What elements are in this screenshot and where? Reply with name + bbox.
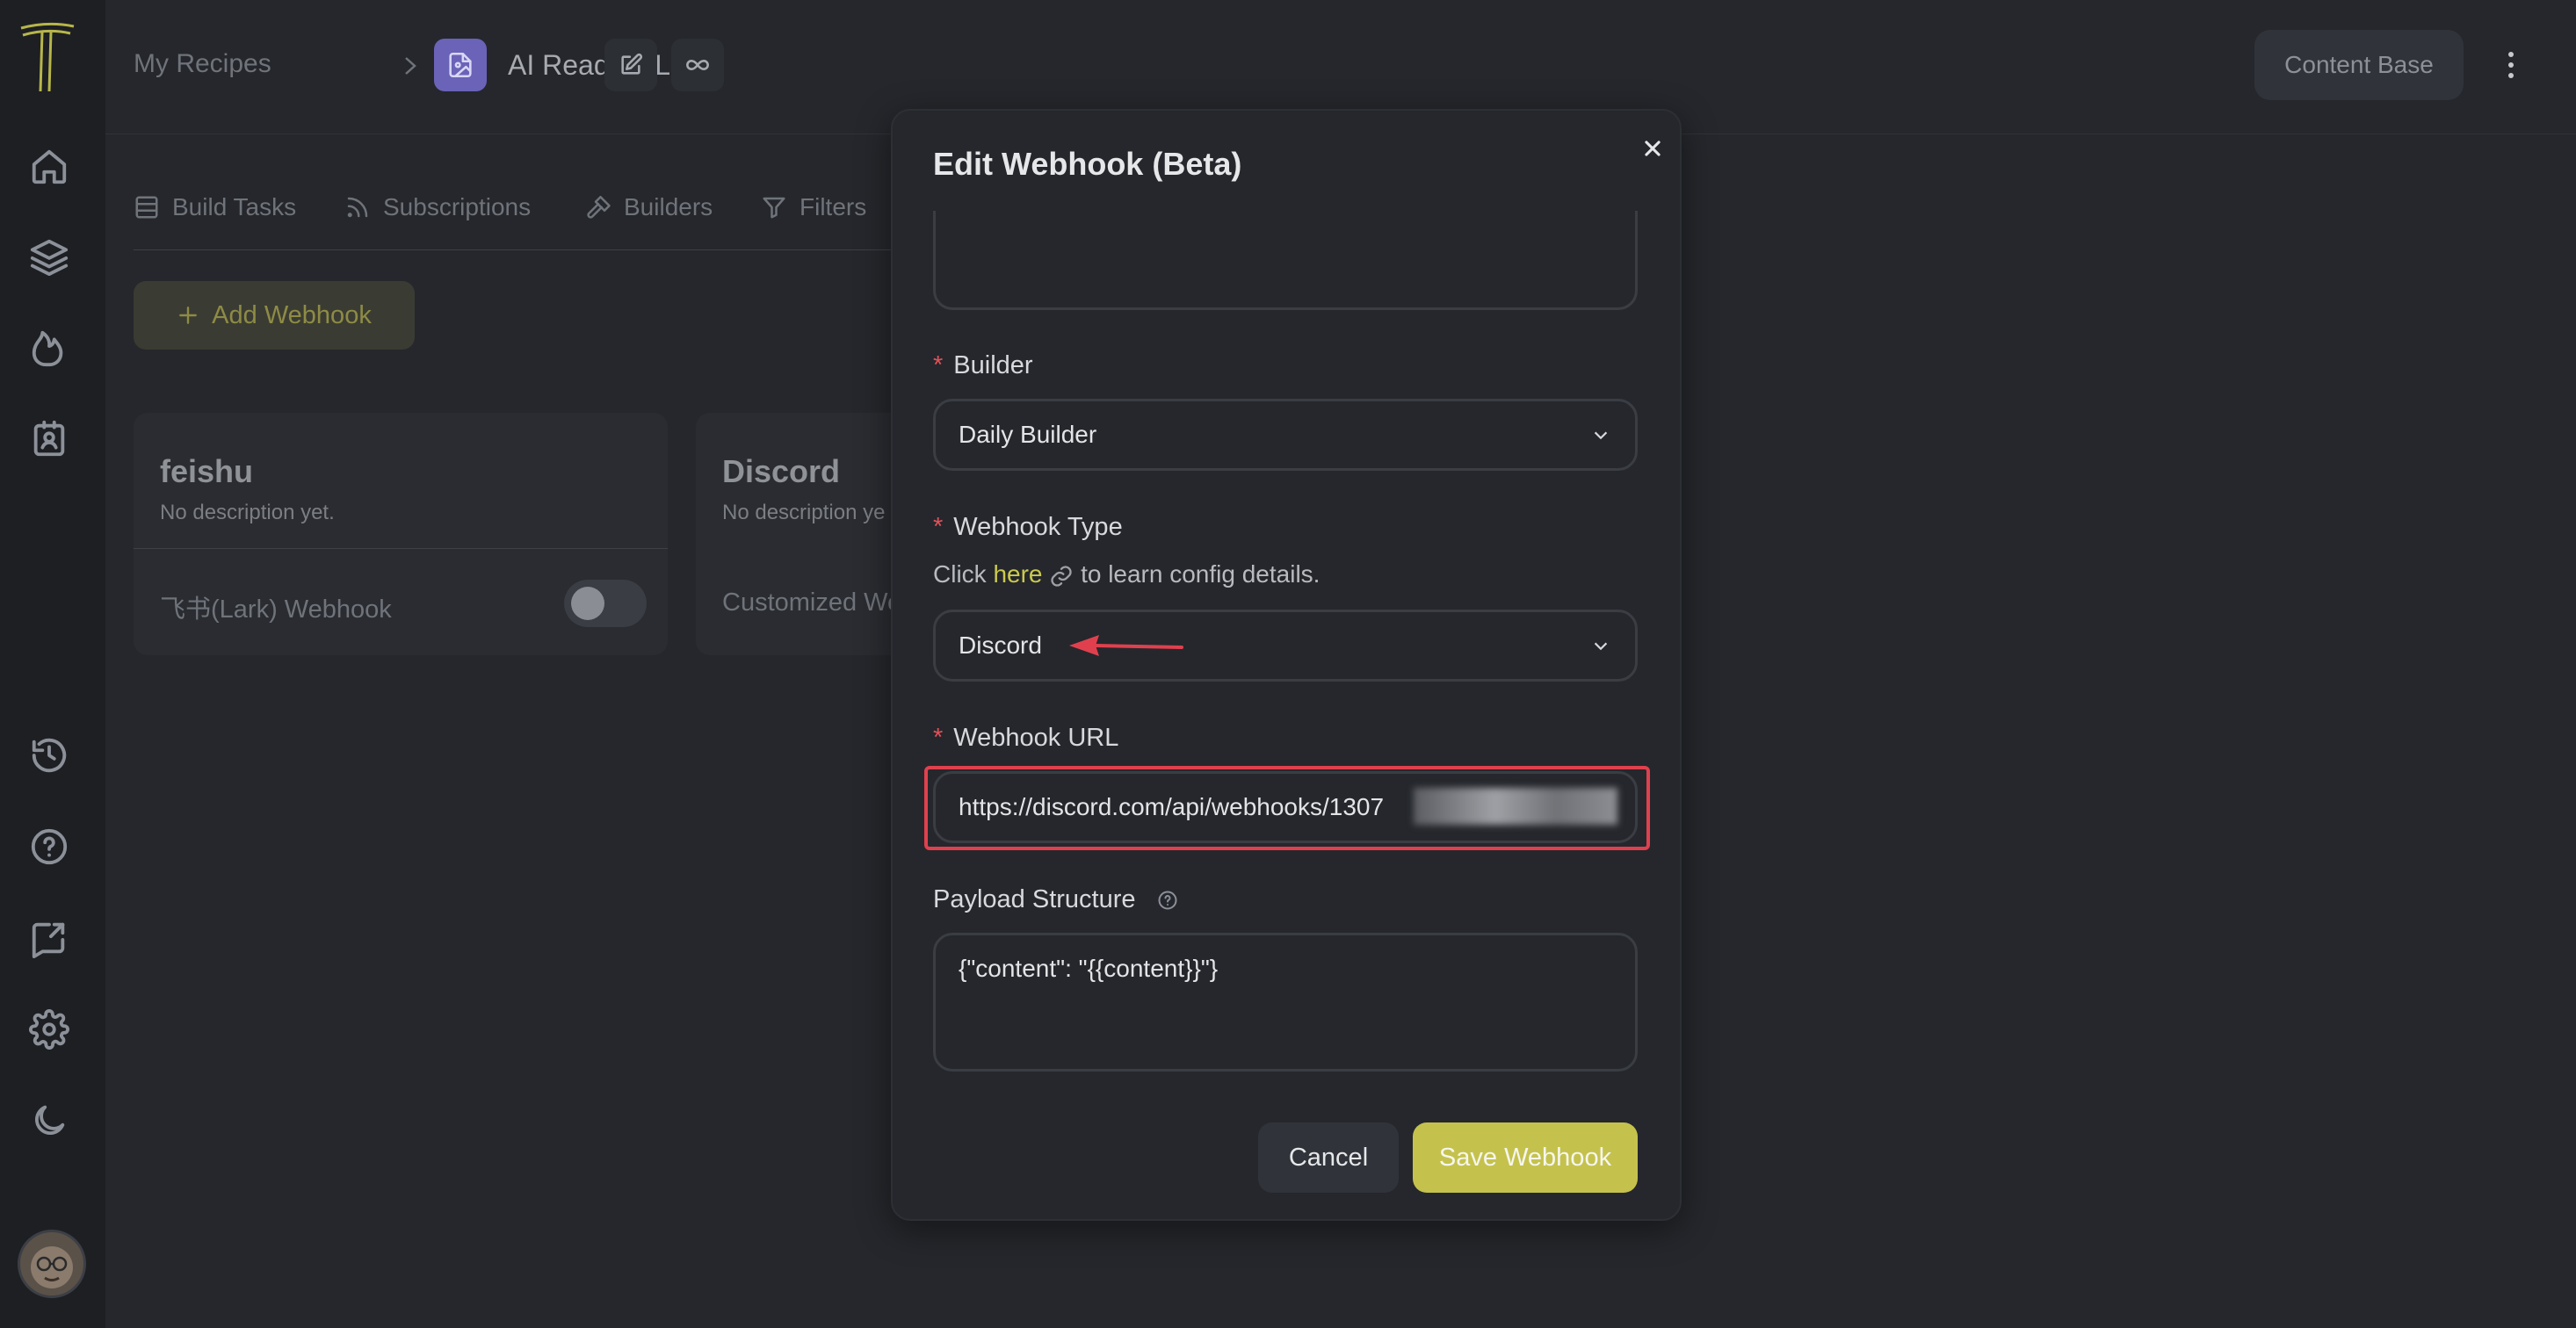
content-base-button[interactable]: Content Base [2254,30,2464,100]
flame-icon[interactable] [26,325,72,371]
link-infinity-button[interactable] [671,39,724,91]
add-webhook-button[interactable]: Add Webhook [134,281,415,350]
webhook-url-input[interactable]: https://discord.com/api/webhooks/1307 [933,771,1638,843]
payload-structure-label: Payload Structure [933,885,1178,914]
hammer-icon [587,196,611,219]
filter-icon [763,197,785,219]
redacted-blur [1414,788,1617,825]
question-circle-icon[interactable] [1157,890,1178,911]
annotation-arrow-icon [1069,635,1183,656]
recipe-image-icon [434,39,487,91]
required-asterisk: * [933,724,944,752]
webhook-card-description: No description ye [722,501,886,524]
chevron-down-icon [1594,431,1608,440]
builder-select[interactable]: Daily Builder [933,399,1638,471]
breadcrumb-my-recipes[interactable]: My Recipes [134,49,271,79]
plus-icon [179,307,198,324]
more-vertical-icon[interactable] [2500,47,2522,83]
toggle-knob [571,587,604,620]
webhook-url-value: https://discord.com/api/webhooks/1307 [959,793,1385,820]
tab-build-tasks[interactable]: Build Tasks [134,193,296,221]
edit-pencil-icon [621,53,643,75]
config-details-link[interactable]: here [993,560,1042,588]
payload-structure-value: {"content": "{{content}}"} [959,955,1219,982]
table-icon [135,196,158,219]
chevron-right-icon [405,57,416,75]
required-asterisk: * [933,351,944,379]
recipe-title: AI Reading List [508,49,699,81]
home-icon[interactable] [26,144,72,190]
tab-subscriptions[interactable]: Subscriptions [344,193,531,221]
sidebar [0,0,105,1328]
webhook-type-select[interactable]: Discord [933,610,1638,682]
webhook-enable-toggle[interactable] [564,580,647,627]
webhook-type-label: * Webhook Type [933,513,1123,541]
builder-label: * Builder [933,351,1033,379]
webhook-card-title: Discord [722,453,841,489]
tab-builders[interactable]: Builders [585,193,713,221]
tab-filters[interactable]: Filters [761,193,866,221]
infinity-icon [686,60,709,70]
builder-select-value: Daily Builder [959,421,1097,448]
history-icon[interactable] [26,733,72,778]
card-divider [134,548,668,549]
contact-card-icon[interactable] [26,416,72,462]
close-icon[interactable] [1638,134,1668,163]
settings-gear-icon[interactable] [26,1007,72,1052]
webhook-url-label: * Webhook URL [933,724,1119,752]
webhook-card-type: 飞书(Lark) Webhook [160,595,392,624]
webhook-type-help: Click here to learn config details. [933,560,1321,588]
modal-title: Edit Webhook (Beta) [933,146,1242,182]
cancel-button[interactable]: Cancel [1258,1122,1399,1193]
feedback-icon[interactable] [26,915,72,961]
webhook-card-feishu[interactable]: feishu No description yet. 飞书(Lark) Webh… [134,413,668,655]
webhook-type-select-value: Discord [959,632,1042,659]
webhook-card-description: No description yet. [160,501,335,524]
description-textarea[interactable] [933,211,1638,310]
dark-mode-moon-icon[interactable] [26,1098,72,1144]
payload-structure-textarea[interactable]: {"content": "{{content}}"} [933,933,1638,1072]
edit-recipe-button[interactable] [604,39,657,91]
required-asterisk: * [933,513,944,541]
help-circle-icon[interactable] [26,824,72,870]
layers-icon[interactable] [26,234,72,279]
chevron-down-icon [1594,642,1608,651]
save-webhook-button[interactable]: Save Webhook [1413,1122,1638,1193]
recipe-tabs: Build Tasks Subscriptions Builders Filte… [134,184,907,250]
webhook-card-title: feishu [160,453,254,489]
app-logo [20,22,75,92]
user-avatar[interactable] [18,1230,86,1298]
link-icon [1051,565,1072,587]
rss-icon [347,197,368,218]
webhook-card-type: Customized We [722,588,902,617]
edit-webhook-modal: Edit Webhook (Beta) * Builder Daily Build… [891,109,1682,1221]
